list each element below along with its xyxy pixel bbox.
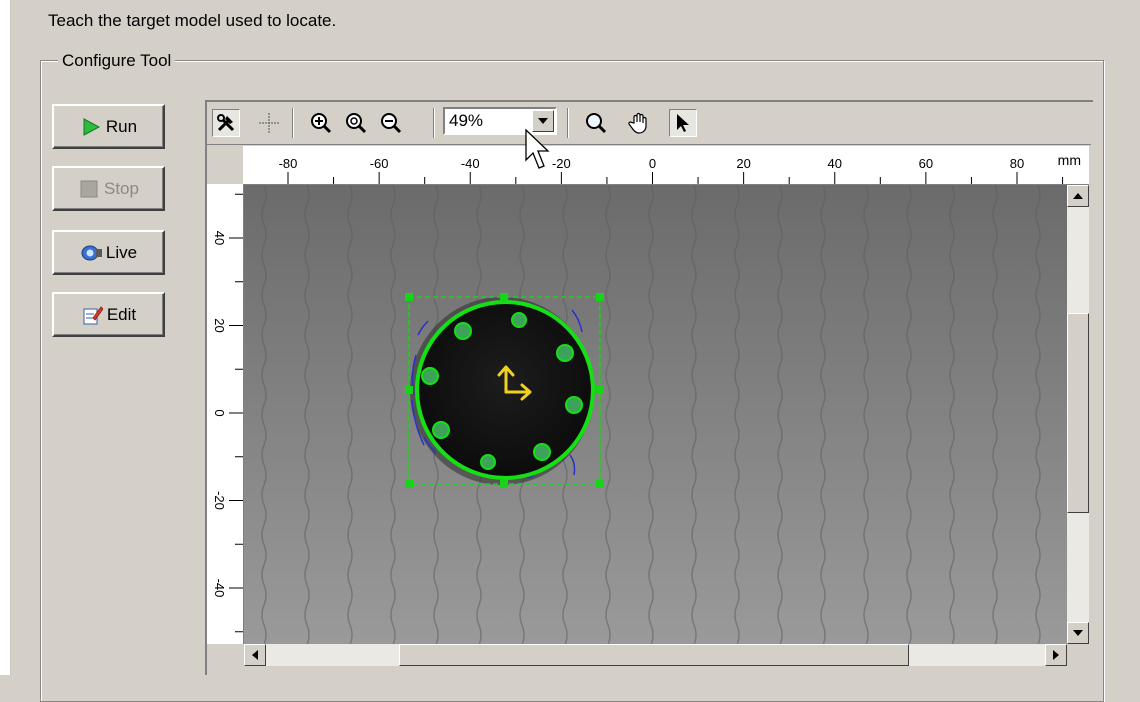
ruler-label: 0 (212, 409, 227, 416)
edit-button-label: Edit (106, 304, 137, 324)
horizontal-ruler: -80 -60 -40 -20 0 20 40 60 80 mm (243, 146, 1089, 185)
run-button[interactable]: Run (52, 104, 165, 149)
ruler-label: 40 (828, 156, 842, 171)
ruler-unit: mm (1057, 152, 1081, 168)
stop-button[interactable]: Stop (52, 166, 165, 211)
play-icon (80, 116, 102, 138)
image-canvas[interactable] (244, 185, 1067, 644)
zoom-value: 49% (449, 111, 484, 130)
zoom-out-icon[interactable] (377, 109, 405, 137)
ruler-label: -20 (212, 491, 227, 510)
ruler-label: 20 (212, 318, 227, 332)
viewer-toolbar (207, 102, 1091, 145)
scroll-corner (1067, 644, 1089, 666)
pointer-icon[interactable] (669, 109, 697, 137)
magnifier-icon[interactable] (582, 109, 610, 137)
scroll-down-icon[interactable] (1067, 622, 1089, 644)
crosshair-icon[interactable] (255, 109, 283, 137)
edit-button[interactable]: Edit (52, 292, 165, 337)
zoom-in-icon[interactable] (307, 109, 335, 137)
wave-pattern (244, 185, 1067, 644)
tools-icon[interactable] (212, 109, 240, 137)
scroll-right-icon[interactable] (1045, 644, 1067, 666)
camera-icon (80, 242, 102, 264)
ruler-label: -80 (279, 156, 298, 171)
instruction-text: Teach the target model used to locate. (48, 11, 337, 30)
vertical-scrollbar[interactable] (1067, 185, 1089, 644)
ruler-label: 0 (649, 156, 656, 171)
vertical-ruler: 40 20 0 -20 -40 (207, 184, 244, 644)
ruler-label: 20 (736, 156, 750, 171)
horizontal-scrollbar[interactable] (244, 644, 1067, 666)
zoom-fit-icon[interactable] (342, 109, 370, 137)
live-button-label: Live (105, 242, 138, 262)
live-button[interactable]: Live (52, 230, 165, 275)
vertical-scroll-thumb[interactable] (1067, 313, 1089, 513)
horizontal-scroll-thumb[interactable] (399, 644, 909, 666)
ruler-label: 60 (919, 156, 933, 171)
ruler-label: -40 (461, 156, 480, 171)
run-button-label: Run (105, 116, 138, 136)
pan-hand-icon[interactable] (625, 109, 653, 137)
mouse-cursor-icon (524, 128, 550, 177)
left-edge (0, 0, 11, 675)
stop-icon (78, 178, 100, 200)
ruler-corner (207, 146, 243, 184)
ruler-label: -20 (552, 156, 571, 171)
stop-button-label: Stop (104, 178, 139, 198)
group-title: Configure Tool (58, 51, 176, 71)
edit-icon (81, 304, 104, 326)
ruler-label: 80 (1010, 156, 1024, 171)
toolbar-separator (292, 108, 294, 138)
toolbar-separator (567, 108, 569, 138)
ruler-label: 40 (212, 231, 227, 245)
scroll-left-icon[interactable] (244, 644, 266, 666)
ruler-label: -60 (370, 156, 389, 171)
scroll-up-icon[interactable] (1067, 185, 1089, 207)
toolbar-separator (433, 108, 435, 138)
ruler-label: -40 (212, 579, 227, 598)
